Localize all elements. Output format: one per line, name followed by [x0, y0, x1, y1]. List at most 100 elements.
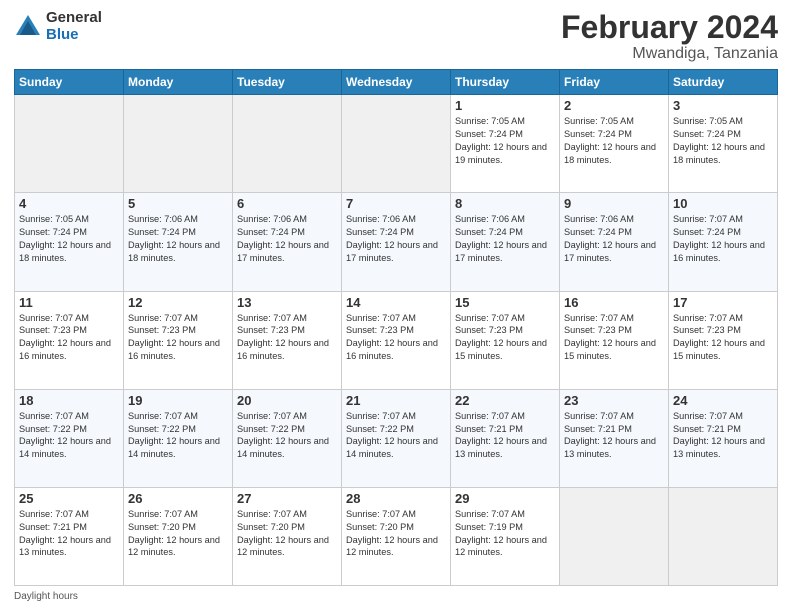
col-friday: Friday [560, 70, 669, 95]
day-info: Sunrise: 7:07 AM Sunset: 7:23 PM Dayligh… [564, 312, 664, 364]
page: General Blue February 2024 Mwandiga, Tan… [0, 0, 792, 612]
day-number: 7 [346, 196, 446, 211]
day-info: Sunrise: 7:07 AM Sunset: 7:23 PM Dayligh… [128, 312, 228, 364]
table-row: 3 Sunrise: 7:05 AM Sunset: 7:24 PM Daylig… [669, 95, 778, 193]
col-monday: Monday [124, 70, 233, 95]
day-number: 8 [455, 196, 555, 211]
table-row [342, 95, 451, 193]
day-number: 2 [564, 98, 664, 113]
table-row: 12 Sunrise: 7:07 AM Sunset: 7:23 PM Dayli… [124, 291, 233, 389]
day-info: Sunrise: 7:07 AM Sunset: 7:23 PM Dayligh… [19, 312, 119, 364]
day-info: Sunrise: 7:07 AM Sunset: 7:21 PM Dayligh… [19, 508, 119, 560]
day-info: Sunrise: 7:07 AM Sunset: 7:23 PM Dayligh… [673, 312, 773, 364]
table-row: 17 Sunrise: 7:07 AM Sunset: 7:23 PM Dayli… [669, 291, 778, 389]
day-number: 29 [455, 491, 555, 506]
col-thursday: Thursday [451, 70, 560, 95]
table-row: 27 Sunrise: 7:07 AM Sunset: 7:20 PM Dayli… [233, 487, 342, 585]
calendar-week-row: 11 Sunrise: 7:07 AM Sunset: 7:23 PM Dayli… [15, 291, 778, 389]
day-number: 24 [673, 393, 773, 408]
day-number: 18 [19, 393, 119, 408]
logo-icon [14, 13, 42, 41]
day-info: Sunrise: 7:07 AM Sunset: 7:24 PM Dayligh… [673, 213, 773, 265]
logo-text: General Blue [46, 10, 102, 43]
day-number: 15 [455, 295, 555, 310]
header: General Blue February 2024 Mwandiga, Tan… [14, 10, 778, 63]
day-info: Sunrise: 7:07 AM Sunset: 7:19 PM Dayligh… [455, 508, 555, 560]
day-number: 1 [455, 98, 555, 113]
col-saturday: Saturday [669, 70, 778, 95]
day-number: 9 [564, 196, 664, 211]
day-info: Sunrise: 7:07 AM Sunset: 7:21 PM Dayligh… [673, 410, 773, 462]
table-row: 2 Sunrise: 7:05 AM Sunset: 7:24 PM Daylig… [560, 95, 669, 193]
day-info: Sunrise: 7:07 AM Sunset: 7:23 PM Dayligh… [346, 312, 446, 364]
calendar-week-row: 1 Sunrise: 7:05 AM Sunset: 7:24 PM Daylig… [15, 95, 778, 193]
calendar-table: Sunday Monday Tuesday Wednesday Thursday… [14, 69, 778, 586]
table-row: 25 Sunrise: 7:07 AM Sunset: 7:21 PM Dayli… [15, 487, 124, 585]
day-info: Sunrise: 7:05 AM Sunset: 7:24 PM Dayligh… [19, 213, 119, 265]
table-row: 9 Sunrise: 7:06 AM Sunset: 7:24 PM Daylig… [560, 193, 669, 291]
table-row: 5 Sunrise: 7:06 AM Sunset: 7:24 PM Daylig… [124, 193, 233, 291]
day-info: Sunrise: 7:07 AM Sunset: 7:23 PM Dayligh… [455, 312, 555, 364]
day-info: Sunrise: 7:05 AM Sunset: 7:24 PM Dayligh… [455, 115, 555, 167]
logo-general-label: General [46, 10, 102, 27]
day-number: 14 [346, 295, 446, 310]
day-number: 22 [455, 393, 555, 408]
table-row: 15 Sunrise: 7:07 AM Sunset: 7:23 PM Dayli… [451, 291, 560, 389]
table-row: 13Sunrise: 7:07 AM Sunset: 7:23 PM Dayli… [233, 291, 342, 389]
day-number: 26 [128, 491, 228, 506]
table-row: 23 Sunrise: 7:07 AM Sunset: 7:21 PM Dayli… [560, 389, 669, 487]
day-number: 6 [237, 196, 337, 211]
table-row [124, 95, 233, 193]
day-number: 5 [128, 196, 228, 211]
table-row [15, 95, 124, 193]
footer: Daylight hours [14, 591, 778, 602]
table-row: 29 Sunrise: 7:07 AM Sunset: 7:19 PM Dayli… [451, 487, 560, 585]
day-info: Sunrise: 7:05 AM Sunset: 7:24 PM Dayligh… [564, 115, 664, 167]
day-info: Sunrise: 7:07 AM Sunset: 7:21 PM Dayligh… [455, 410, 555, 462]
table-row: 6 Sunrise: 7:06 AM Sunset: 7:24 PM Daylig… [233, 193, 342, 291]
day-number: 16 [564, 295, 664, 310]
col-sunday: Sunday [15, 70, 124, 95]
day-number: 21 [346, 393, 446, 408]
day-number: 20 [237, 393, 337, 408]
day-info: Sunrise: 7:06 AM Sunset: 7:24 PM Dayligh… [128, 213, 228, 265]
table-row: 10 Sunrise: 7:07 AM Sunset: 7:24 PM Dayli… [669, 193, 778, 291]
day-number: 10 [673, 196, 773, 211]
day-info: Sunrise: 7:07 AM Sunset: 7:22 PM Dayligh… [237, 410, 337, 462]
day-number: 4 [19, 196, 119, 211]
day-number: 11 [19, 295, 119, 310]
table-row: 24 Sunrise: 7:07 AM Sunset: 7:21 PM Dayli… [669, 389, 778, 487]
table-row [669, 487, 778, 585]
calendar-week-row: 4 Sunrise: 7:05 AM Sunset: 7:24 PM Daylig… [15, 193, 778, 291]
day-info: Sunrise: 7:06 AM Sunset: 7:24 PM Dayligh… [237, 213, 337, 265]
table-row: 11 Sunrise: 7:07 AM Sunset: 7:23 PM Dayli… [15, 291, 124, 389]
table-row: 26 Sunrise: 7:07 AM Sunset: 7:20 PM Dayli… [124, 487, 233, 585]
col-wednesday: Wednesday [342, 70, 451, 95]
day-info: Sunrise: 7:07 AM Sunset: 7:22 PM Dayligh… [346, 410, 446, 462]
table-row: 4 Sunrise: 7:05 AM Sunset: 7:24 PM Daylig… [15, 193, 124, 291]
day-number: 3 [673, 98, 773, 113]
daylight-hours-label: Daylight hours [14, 591, 78, 602]
table-row: 7 Sunrise: 7:06 AM Sunset: 7:24 PM Daylig… [342, 193, 451, 291]
table-row: 18Sunrise: 7:07 AM Sunset: 7:22 PM Dayli… [15, 389, 124, 487]
calendar-header-row: Sunday Monday Tuesday Wednesday Thursday… [15, 70, 778, 95]
day-number: 12 [128, 295, 228, 310]
day-number: 17 [673, 295, 773, 310]
logo: General Blue [14, 10, 102, 43]
day-info: Sunrise: 7:07 AM Sunset: 7:21 PM Dayligh… [564, 410, 664, 462]
day-info: Sunrise: 7:06 AM Sunset: 7:24 PM Dayligh… [346, 213, 446, 265]
calendar-title: February 2024 [561, 10, 778, 45]
day-number: 23 [564, 393, 664, 408]
table-row: 1 Sunrise: 7:05 AM Sunset: 7:24 PM Daylig… [451, 95, 560, 193]
title-block: February 2024 Mwandiga, Tanzania [561, 10, 778, 63]
day-info: Sunrise: 7:06 AM Sunset: 7:24 PM Dayligh… [564, 213, 664, 265]
day-info: Sunrise: 7:07 AM Sunset: 7:20 PM Dayligh… [237, 508, 337, 560]
day-number: 27 [237, 491, 337, 506]
table-row [233, 95, 342, 193]
col-tuesday: Tuesday [233, 70, 342, 95]
day-info: Sunrise: 7:05 AM Sunset: 7:24 PM Dayligh… [673, 115, 773, 167]
day-info: Sunrise: 7:07 AM Sunset: 7:20 PM Dayligh… [346, 508, 446, 560]
table-row: 20 Sunrise: 7:07 AM Sunset: 7:22 PM Dayli… [233, 389, 342, 487]
day-number: 25 [19, 491, 119, 506]
day-info: Sunrise: 7:07 AM Sunset: 7:20 PM Dayligh… [128, 508, 228, 560]
